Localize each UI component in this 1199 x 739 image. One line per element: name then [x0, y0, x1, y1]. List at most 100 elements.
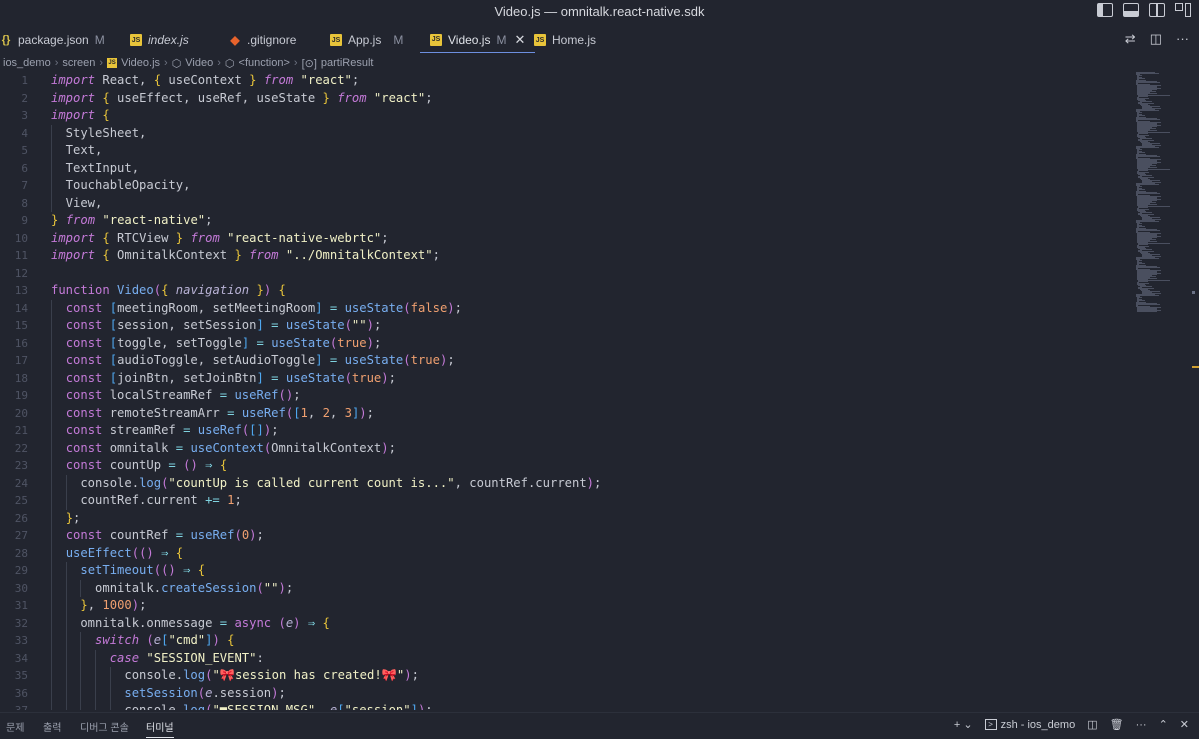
- code-line[interactable]: 17 const [audioToggle, setAudioToggle] =…: [0, 352, 1130, 370]
- code-line[interactable]: 36 setSession(e.session);: [0, 684, 1130, 702]
- trash-icon[interactable]: 🗑: [1110, 718, 1124, 731]
- line-number: 37: [0, 702, 28, 710]
- code-line[interactable]: 32 omnitalk.onmessage = async (e) ⇒ {: [0, 614, 1130, 632]
- code-text: useEffect(() ⇒ {: [65, 545, 184, 560]
- minimap-line: [1136, 82, 1160, 83]
- code-line[interactable]: 20 const remoteStreamArr = useRef([1, 2,…: [0, 404, 1130, 422]
- line-number: 21: [14, 424, 28, 437]
- tab-video-js[interactable]: JS Video.js M ✕: [420, 27, 536, 53]
- tab-index-js[interactable]: JS index.js: [130, 27, 189, 53]
- close-icon[interactable]: ✕: [1180, 718, 1189, 731]
- split-editor-icon[interactable]: ◫: [1150, 31, 1162, 47]
- toggle-panel-icon[interactable]: [1123, 3, 1139, 17]
- compare-changes-icon[interactable]: ⇄: [1125, 31, 1136, 47]
- code-line[interactable]: 5 Text,: [0, 142, 1130, 160]
- split-terminal-icon[interactable]: ◫: [1087, 718, 1097, 731]
- code-line[interactable]: 24 console.log("countUp is called curren…: [0, 474, 1130, 492]
- code-line[interactable]: 2 import { useEffect, useRef, useState } …: [0, 90, 1130, 108]
- code-line[interactable]: 4 StyleSheet,: [0, 124, 1130, 142]
- code-line[interactable]: 27 const countRef = useRef(0);: [0, 527, 1130, 545]
- line-number: 26: [14, 511, 28, 525]
- component-icon: ⬡: [171, 57, 182, 70]
- line-number: 20: [14, 406, 28, 420]
- tab-problems[interactable]: 문제: [6, 719, 24, 734]
- terminal-selector[interactable]: > zsh - ios_demo: [984, 719, 1075, 731]
- code-text: TextInput,: [51, 160, 140, 175]
- code-text: console.log("countUp is called current c…: [51, 475, 602, 490]
- code-editor[interactable]: 1 import React, { useContext } from "reac…: [0, 72, 1130, 710]
- minimap-line: [1138, 170, 1149, 171]
- code-line[interactable]: 11 import { OmnitalkContext } from "../Om…: [0, 247, 1130, 265]
- code-line[interactable]: 35 console.log("🎀session has created!🎀")…: [0, 667, 1130, 685]
- tab-terminal[interactable]: 터미널: [146, 719, 174, 738]
- code-text: const [joinBtn, setJoinBtn] = useState(t…: [65, 370, 396, 385]
- code-line[interactable]: 30 omnitalk.createSession("");: [0, 579, 1130, 597]
- code-line[interactable]: 31 }, 1000);: [0, 597, 1130, 615]
- breadcrumb-item[interactable]: partiResult: [321, 57, 374, 69]
- code-text: import { OmnitalkContext } from "../Omni…: [51, 248, 440, 262]
- code-text: const [toggle, setToggle] = useState(tru…: [65, 335, 382, 350]
- code-line[interactable]: 25 countRef.current += 1;: [0, 492, 1130, 510]
- code-line[interactable]: 22 const omnitalk = useContext(OmnitalkC…: [0, 439, 1130, 457]
- more-actions-icon[interactable]: ···: [1136, 719, 1147, 731]
- code-line[interactable]: 28 useEffect(() ⇒ {: [0, 544, 1130, 562]
- title-bar: Video.js — omnitalk.react-native.sdk: [0, 0, 1199, 24]
- breadcrumb-item[interactable]: screen: [62, 57, 95, 69]
- new-terminal-icon[interactable]: + ⌄: [954, 718, 973, 731]
- tab-home-js[interactable]: JS Home.js: [534, 27, 596, 53]
- tab-output[interactable]: 출력: [43, 719, 61, 734]
- tab-label: App.js: [348, 33, 382, 47]
- code-line[interactable]: 7 TouchableOpacity,: [0, 177, 1130, 195]
- code-line[interactable]: 34 case "SESSION_EVENT":: [0, 649, 1130, 667]
- chevron-up-icon[interactable]: ⌃: [1159, 718, 1168, 731]
- code-line[interactable]: 10 import { RTCView } from "react-native-…: [0, 230, 1130, 248]
- line-number: 34: [14, 651, 28, 665]
- code-line[interactable]: 21 const streamRef = useRef([]);: [0, 422, 1130, 440]
- code-text: setTimeout(() ⇒ {: [80, 563, 206, 577]
- code-line[interactable]: 23 const countUp = () ⇒ {: [0, 457, 1130, 475]
- more-actions-icon[interactable]: ···: [1176, 31, 1189, 47]
- modified-indicator: M: [393, 33, 404, 47]
- customize-layout-icon[interactable]: [1175, 3, 1191, 17]
- code-line[interactable]: 8 View,: [0, 194, 1130, 212]
- line-number: 5: [21, 144, 28, 157]
- tab-debug-console[interactable]: 디버그 콘솔: [80, 719, 129, 734]
- code-line[interactable]: 33 switch (e["cmd"]) {: [0, 632, 1130, 650]
- breadcrumb-item[interactable]: <function>: [239, 57, 290, 69]
- code-line[interactable]: 14 const [meetingRoom, setMeetingRoom] =…: [0, 299, 1130, 317]
- code-line[interactable]: 6 TextInput,: [0, 159, 1130, 177]
- code-line[interactable]: 3 import {: [0, 107, 1130, 125]
- editor-actions: ⇄ ◫ ···: [1125, 31, 1189, 47]
- tab-gitignore[interactable]: ◆ .gitignore: [229, 27, 296, 53]
- code-line[interactable]: 37 console.log("■SESSION_MSG", e["sessio…: [0, 702, 1130, 710]
- modified-indicator: M: [94, 33, 105, 47]
- code-line[interactable]: 9} from "react-native";: [0, 212, 1130, 230]
- toggle-primary-sidebar-icon[interactable]: [1097, 3, 1113, 17]
- line-number: 35: [14, 669, 28, 682]
- code-text: import React, { useContext } from "react…: [51, 73, 360, 87]
- code-line[interactable]: 26 };: [0, 509, 1130, 527]
- js-icon: JS: [330, 34, 342, 46]
- toggle-secondary-sidebar-icon[interactable]: [1149, 3, 1165, 17]
- minimap-line: [1136, 267, 1160, 268]
- line-number: 8: [21, 196, 28, 210]
- line-number: 28: [14, 546, 28, 560]
- code-line[interactable]: 16 const [toggle, setToggle] = useState(…: [0, 334, 1130, 352]
- code-line[interactable]: 12: [0, 265, 1130, 283]
- close-tab-icon[interactable]: ✕: [514, 32, 525, 48]
- breadcrumb-item[interactable]: Video: [185, 57, 213, 69]
- code-line[interactable]: 1 import React, { useContext } from "reac…: [0, 72, 1130, 90]
- code-line[interactable]: 29 setTimeout(() ⇒ {: [0, 562, 1130, 580]
- breadcrumb-item[interactable]: ios_demo: [3, 57, 51, 69]
- code-line[interactable]: 19 const localStreamRef = useRef();: [0, 387, 1130, 405]
- modified-indicator: M: [496, 32, 507, 47]
- minimap[interactable]: [1132, 72, 1192, 322]
- tab-app-js[interactable]: JS App.js M: [330, 27, 403, 53]
- code-line[interactable]: 18 const [joinBtn, setJoinBtn] = useStat…: [0, 369, 1130, 387]
- breadcrumb-item[interactable]: Video.js: [121, 57, 160, 69]
- minimap-line: [1138, 207, 1149, 208]
- code-line[interactable]: 15 const [session, setSession] = useStat…: [0, 317, 1130, 335]
- code-text: const countRef = useRef(0);: [65, 528, 264, 542]
- tab-package-json[interactable]: {} package.json M: [0, 27, 105, 53]
- code-line[interactable]: 13 function Video({ navigation }) {: [0, 282, 1130, 300]
